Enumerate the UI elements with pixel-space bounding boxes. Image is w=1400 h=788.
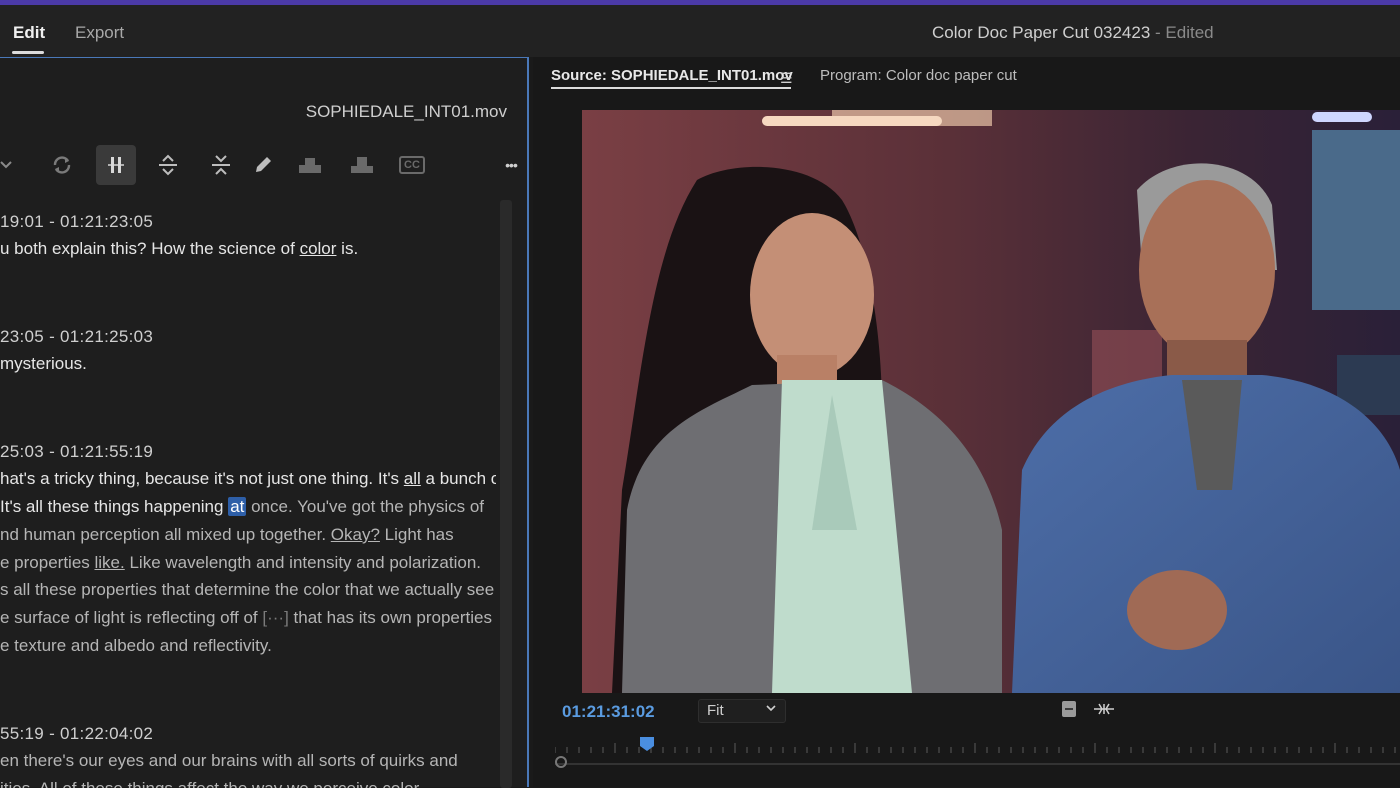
highlighted-word[interactable]: at: [228, 497, 247, 516]
overwrite-icon[interactable]: [342, 145, 382, 185]
transcript-line[interactable]: u both explain this? How the science of …: [0, 239, 358, 259]
video-frame-image: [582, 110, 1400, 693]
panel-menu-icon[interactable]: ☰: [780, 70, 793, 87]
transcript-line[interactable]: en there's our eyes and our brains with …: [0, 751, 458, 771]
transcript-line[interactable]: e properties like. Like wavelength and i…: [0, 553, 481, 573]
video-frame[interactable]: [582, 110, 1400, 693]
word-link[interactable]: like.: [95, 553, 125, 572]
zoom-fit-select[interactable]: Fit: [698, 699, 786, 723]
settings-icon[interactable]: [1060, 700, 1078, 718]
word-link[interactable]: Okay?: [331, 525, 380, 544]
text: Light has: [379, 525, 454, 544]
drag-audio-video-icon[interactable]: [1093, 700, 1115, 718]
zoom-scrollbar-handle[interactable]: [555, 756, 567, 768]
project-title: Color Doc Paper Cut 032423 - Edited: [932, 23, 1214, 43]
text: hat's a tricky thing, because it's not j…: [0, 469, 404, 488]
zoom-fit-value: Fit: [707, 702, 724, 719]
tab-program-monitor[interactable]: Program: Color doc paper cut: [820, 67, 1017, 84]
segment-time: 23:05 - 01:21:25:03: [0, 327, 154, 346]
app-header: Edit Export Color Doc Paper Cut 032423 -…: [0, 5, 1400, 57]
segment-time: 19:01 - 01:21:23:05: [0, 212, 154, 231]
transcript-line[interactable]: s all these properties that determine th…: [0, 580, 494, 600]
text: is.: [336, 239, 359, 258]
project-name: Color Doc Paper Cut 032423: [932, 23, 1151, 42]
active-tab-indicator: [12, 51, 44, 54]
text: u both explain this? How the science of: [0, 239, 300, 258]
tab-edit[interactable]: Edit: [13, 23, 45, 43]
text: nd human perception all mixed up togethe…: [0, 525, 331, 544]
text: once. You've got the physics of: [246, 497, 485, 516]
text: e surface of light is reflecting off of: [0, 608, 263, 627]
transcript-line[interactable]: mysterious.: [0, 354, 87, 374]
tab-export[interactable]: Export: [75, 23, 124, 43]
text: that has its own properties: [288, 608, 496, 627]
transcript-line[interactable]: It's all these things happening at once.…: [0, 497, 484, 517]
word-link[interactable]: all: [404, 469, 421, 488]
collapse-icon[interactable]: [201, 145, 241, 185]
clip-name: SOPHIEDALE_INT01.mov: [305, 102, 507, 121]
transcript-line[interactable]: nd human perception all mixed up togethe…: [0, 525, 454, 545]
chevron-down-icon[interactable]: [0, 145, 26, 185]
captions-icon[interactable]: CC: [392, 145, 432, 185]
split-icon[interactable]: [96, 145, 136, 185]
text: It's all these things happening: [0, 497, 229, 516]
segment-time: 55:19 - 01:22:04:02: [0, 724, 154, 743]
time-ruler[interactable]: [555, 739, 1400, 753]
word-link[interactable]: color: [300, 239, 337, 258]
insert-icon[interactable]: [290, 145, 330, 185]
transcript-toolbar: CC •••: [0, 141, 529, 191]
playhead[interactable]: [640, 737, 654, 751]
sync-icon[interactable]: [42, 145, 82, 185]
expand-icon[interactable]: [148, 145, 188, 185]
transcript-panel: SOPHIEDALE_INT01.mov CC ••• 19:01 - 01:2…: [0, 57, 529, 788]
segment-time: 25:03 - 01:21:55:19: [0, 442, 154, 461]
playhead-timecode[interactable]: 01:21:31:02: [562, 702, 655, 722]
text: a bunch of: [425, 469, 496, 488]
more-icon[interactable]: •••: [491, 145, 531, 185]
pencil-icon[interactable]: [243, 145, 283, 185]
tab-source-monitor[interactable]: Source: SOPHIEDALE_INT01.mov: [551, 67, 793, 84]
transcript-line[interactable]: e texture and albedo and reflectivity.: [0, 636, 272, 656]
transcript-line[interactable]: e surface of light is reflecting off of …: [0, 608, 496, 628]
transcript-text: 19:01 - 01:21:23:05 u both explain this?…: [0, 198, 496, 788]
transcript-line[interactable]: hat's a tricky thing, because it's not j…: [0, 469, 496, 489]
text: e properties: [0, 553, 95, 572]
chevron-down-icon: [765, 701, 777, 718]
text: Like wavelength and intensity and polari…: [124, 553, 482, 572]
active-monitor-tab-indicator: [551, 87, 791, 89]
project-status: - Edited: [1150, 23, 1214, 42]
transcript-scrollbar[interactable]: [500, 200, 512, 788]
gap-marker: [···]: [262, 608, 289, 627]
captions-label: CC: [399, 156, 425, 174]
source-monitor: Source: SOPHIEDALE_INT01.mov ☰ Program: …: [533, 57, 1400, 787]
zoom-scrollbar-track[interactable]: [555, 763, 1400, 765]
